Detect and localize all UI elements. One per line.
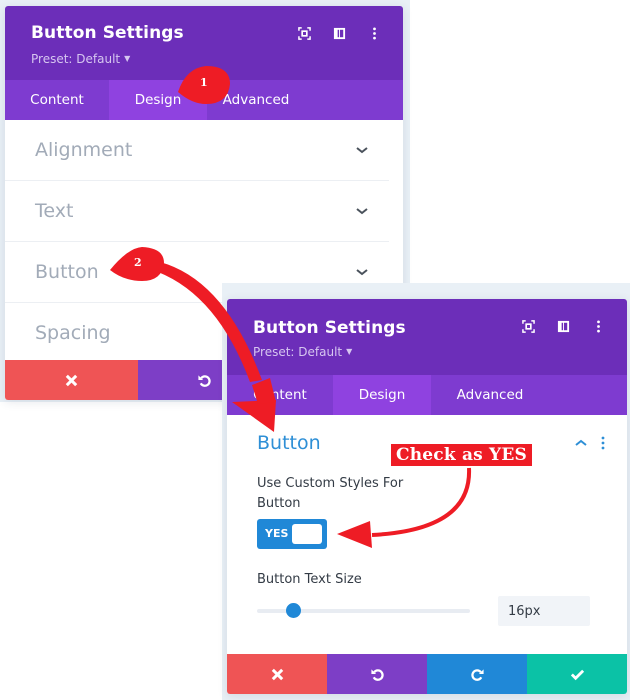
caret-down-icon: ▼ xyxy=(346,347,353,356)
front-settings-panel: Button Settings Preset: Default ▼ Content… xyxy=(227,299,627,694)
section-title-button[interactable]: Button xyxy=(257,432,321,454)
callout-check-as-yes: Check as YES xyxy=(391,444,533,466)
caret-down-icon: ▼ xyxy=(124,54,131,63)
preset-label: Preset: Default xyxy=(31,52,121,66)
close-icon xyxy=(271,668,283,680)
more-vertical-icon[interactable] xyxy=(368,27,381,40)
undo-button[interactable] xyxy=(327,654,427,694)
section-label: Button xyxy=(35,261,99,283)
chevron-down-icon xyxy=(356,147,368,154)
section-more-icon[interactable] xyxy=(600,436,606,450)
custom-styles-toggle[interactable]: YES xyxy=(257,519,327,549)
preset-dropdown[interactable]: Preset: Default ▼ xyxy=(253,345,352,359)
chevron-down-icon xyxy=(356,269,368,276)
cancel-button[interactable] xyxy=(227,654,327,694)
chevron-up-icon[interactable] xyxy=(574,436,588,450)
panel-footer xyxy=(227,654,627,694)
panel-header: Button Settings Preset: Default ▼ xyxy=(227,299,627,375)
text-size-input[interactable] xyxy=(498,596,590,626)
tab-advanced[interactable]: Advanced xyxy=(431,375,549,415)
check-icon xyxy=(570,669,584,680)
section-text[interactable]: Text xyxy=(5,181,389,242)
toggle-state-label: YES xyxy=(265,527,289,540)
redo-icon xyxy=(470,668,484,681)
tab-content[interactable]: Content xyxy=(227,375,333,415)
text-size-slider[interactable] xyxy=(257,603,470,618)
save-button[interactable] xyxy=(527,654,627,694)
panel-title: Button Settings xyxy=(31,23,184,43)
sidebar-layout-icon[interactable] xyxy=(557,320,570,333)
panel-header: Button Settings Preset: Default ▼ xyxy=(5,6,403,80)
tab-design[interactable]: Design xyxy=(333,375,431,415)
cancel-button[interactable] xyxy=(5,360,138,400)
panel-tabs: Content Design Advanced xyxy=(227,375,627,415)
section-label: Alignment xyxy=(35,139,133,161)
slider-thumb[interactable] xyxy=(286,603,302,618)
header-icons xyxy=(298,27,381,40)
close-icon xyxy=(65,374,78,386)
panel-title: Button Settings xyxy=(253,318,406,338)
text-size-label: Button Text Size xyxy=(257,572,362,587)
tab-advanced[interactable]: Advanced xyxy=(207,80,305,120)
chevron-down-icon xyxy=(356,208,368,215)
tab-content[interactable]: Content xyxy=(5,80,109,120)
undo-icon xyxy=(197,374,211,387)
more-vertical-icon[interactable] xyxy=(592,320,605,333)
undo-icon xyxy=(370,668,384,681)
preset-dropdown[interactable]: Preset: Default ▼ xyxy=(31,52,130,66)
section-alignment[interactable]: Alignment xyxy=(5,120,389,181)
preset-label: Preset: Default xyxy=(253,345,343,359)
step-1-number: 1 xyxy=(200,76,208,89)
section-label: Text xyxy=(35,200,74,222)
focus-icon[interactable] xyxy=(298,27,311,40)
toggle-knob xyxy=(292,524,322,544)
redo-button[interactable] xyxy=(427,654,527,694)
sidebar-layout-icon[interactable] xyxy=(333,27,346,40)
focus-icon[interactable] xyxy=(522,320,535,333)
header-icons xyxy=(522,320,605,333)
step-2-number: 2 xyxy=(134,256,142,269)
tab-design[interactable]: Design xyxy=(109,80,207,120)
custom-styles-label: Use Custom Styles For Button xyxy=(257,476,404,511)
